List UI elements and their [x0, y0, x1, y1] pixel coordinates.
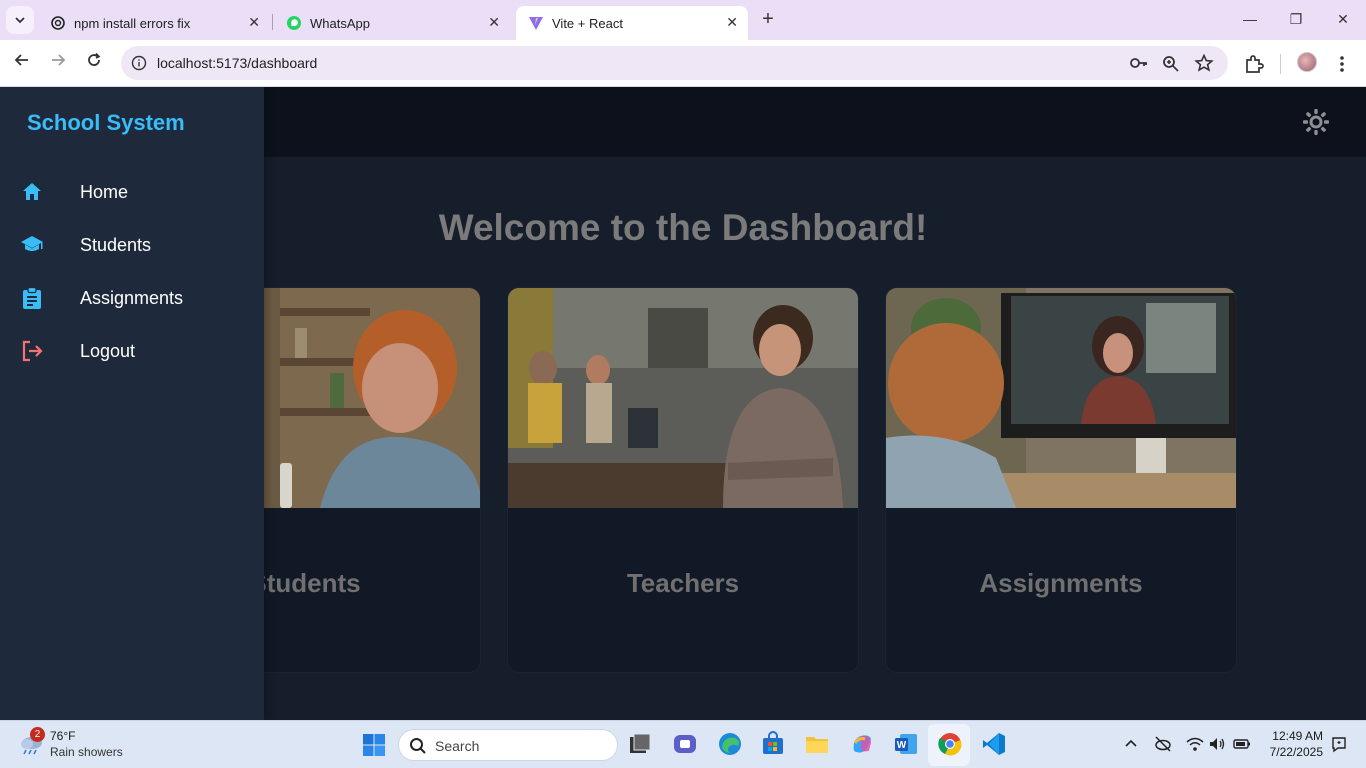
close-window-button[interactable]: ✕ [1333, 8, 1353, 30]
video-call-photo [886, 288, 1236, 508]
wifi-icon[interactable] [1186, 735, 1204, 753]
search-placeholder: Search [435, 738, 480, 754]
address-bar[interactable]: localhost:5173/dashboard [121, 46, 1228, 80]
volume-icon[interactable] [1208, 735, 1226, 753]
toolbar-divider [1280, 54, 1281, 74]
sidebar-item-label: Logout [80, 341, 136, 361]
close-tab-icon[interactable]: ✕ [488, 14, 500, 31]
new-tab-button[interactable]: + [757, 8, 779, 30]
weather-condition: Rain showers [50, 745, 123, 759]
close-tab-icon[interactable]: ✕ [726, 14, 738, 31]
notifications-icon[interactable] [1330, 735, 1348, 753]
onedrive-offline-icon[interactable] [1154, 735, 1172, 753]
sidebar: School System Home Students Assignments … [0, 87, 264, 720]
theme-toggle-sun-icon[interactable] [1302, 108, 1330, 136]
tab-title: WhatsApp [310, 15, 370, 31]
sidebar-item-label: Home [80, 182, 129, 202]
windows-start-icon[interactable] [362, 733, 386, 757]
whatsapp-icon [287, 16, 301, 30]
teachers-card[interactable]: Teachers [507, 287, 859, 673]
task-view-icon[interactable] [627, 731, 653, 757]
arrow-right-icon [52, 54, 66, 66]
assignments-card[interactable]: Assignments [885, 287, 1237, 673]
weather-badge: 2 [30, 727, 45, 742]
taskbar-search[interactable]: Search [398, 729, 618, 761]
copilot-icon[interactable] [849, 731, 875, 757]
logout-icon [22, 340, 43, 362]
battery-icon[interactable] [1233, 735, 1251, 753]
tab-whatsapp[interactable]: WhatsApp ✕ [274, 6, 510, 40]
clock-time: 12:49 AM [1272, 729, 1323, 743]
tab-title: npm install errors fix [74, 15, 191, 31]
menu-kebab-icon[interactable] [1338, 53, 1346, 75]
chevron-down-icon [15, 17, 25, 24]
tab-search-button[interactable] [6, 6, 34, 34]
clock-date: 7/22/2025 [1269, 745, 1323, 759]
taskbar: 2 76°F Rain showers Search W 12:49 AM 7/… [0, 720, 1366, 768]
minimize-button[interactable]: — [1240, 8, 1260, 30]
clipboard-icon [23, 286, 41, 309]
edge-browser-icon[interactable] [717, 731, 743, 757]
card-label: Teachers [626, 568, 740, 598]
arrow-left-icon [14, 54, 28, 66]
weather-temp: 76°F [50, 729, 76, 743]
extensions-icon[interactable] [1243, 53, 1265, 75]
teacher-portrait-photo [508, 288, 858, 508]
sidebar-item-logout[interactable]: Logout [0, 331, 264, 371]
microsoft-store-icon[interactable] [760, 731, 786, 757]
tab-vite-react[interactable]: Vite + React ✕ [516, 6, 748, 40]
app-root: Welcome to the Dashboard! Students Teach… [0, 87, 1366, 720]
vscode-icon[interactable] [981, 731, 1007, 757]
card-label: Assignments [979, 568, 1143, 598]
profile-avatar[interactable] [1297, 52, 1317, 72]
sidebar-item-assignments[interactable]: Assignments [0, 278, 264, 318]
home-icon [23, 183, 41, 200]
restore-button[interactable]: ❐ [1286, 8, 1306, 30]
chevron-up-icon[interactable] [1122, 735, 1140, 753]
sidebar-item-label: Students [80, 235, 152, 255]
bookmark-star-icon[interactable] [1194, 54, 1214, 72]
chatgpt-icon [51, 16, 65, 30]
word-icon[interactable]: W [893, 731, 919, 757]
forward-button[interactable] [47, 52, 69, 74]
tab-separator [272, 14, 273, 30]
graduation-cap-icon [21, 236, 43, 251]
tab-npm-errors[interactable]: npm install errors fix ✕ [38, 6, 270, 40]
brand-title: School System [27, 110, 185, 135]
vite-icon [529, 17, 543, 30]
url-text[interactable]: localhost:5173/dashboard [157, 55, 317, 71]
file-explorer-icon[interactable] [804, 731, 830, 757]
teams-chat-icon[interactable] [672, 731, 698, 757]
reload-icon [88, 52, 101, 66]
browser-toolbar: localhost:5173/dashboard [0, 40, 1366, 87]
site-info-icon[interactable] [131, 55, 147, 71]
reload-button[interactable] [83, 52, 105, 74]
svg-text:W: W [897, 740, 907, 751]
sidebar-item-label: Assignments [80, 288, 184, 308]
sidebar-item-students[interactable]: Students [0, 225, 264, 265]
password-key-icon[interactable] [1129, 54, 1149, 72]
close-tab-icon[interactable]: ✕ [248, 14, 260, 31]
search-icon [410, 738, 426, 754]
back-button[interactable] [11, 52, 33, 74]
tab-title: Vite + React [552, 15, 623, 31]
browser-tab-bar: npm install errors fix ✕ WhatsApp ✕ Vite… [0, 0, 1366, 40]
zoom-icon[interactable] [1161, 54, 1181, 72]
sidebar-item-home[interactable]: Home [0, 172, 264, 212]
chrome-icon[interactable] [937, 731, 963, 757]
